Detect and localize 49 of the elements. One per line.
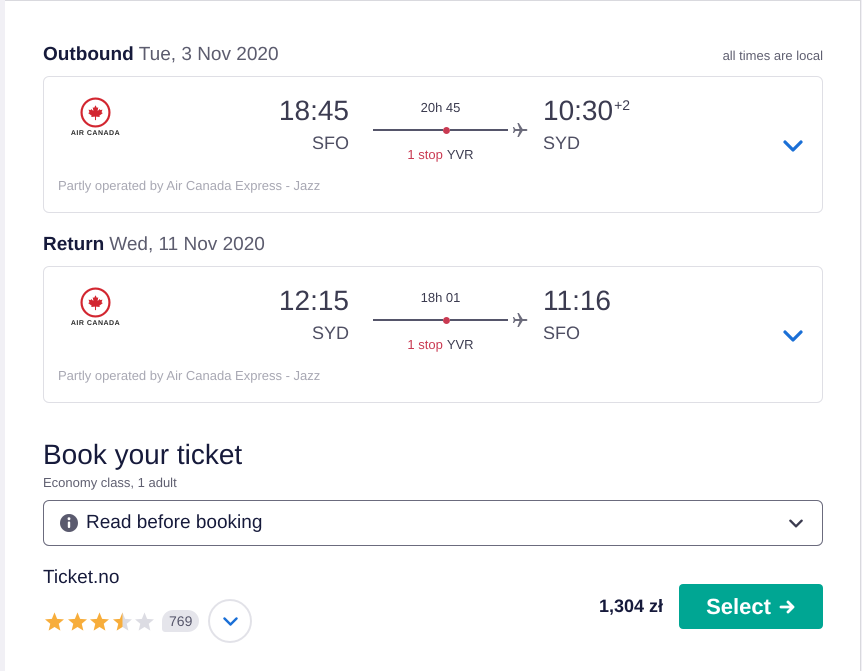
- arrival-airport: SYD: [543, 133, 582, 154]
- route-line: [373, 319, 443, 321]
- stop-count: 1 stop: [407, 147, 443, 162]
- star-icon: [90, 612, 109, 630]
- departure-airport: SYD: [310, 323, 349, 344]
- route-line: [373, 129, 443, 131]
- maple-leaf-logo-icon: [80, 287, 111, 318]
- leg-date: Tue, 3 Nov 2020: [138, 44, 279, 66]
- info-icon: [60, 514, 78, 532]
- booking-title: Book your ticket: [43, 439, 244, 471]
- provider-name: Ticket.no: [43, 567, 120, 589]
- arrow-right-icon: [778, 598, 796, 614]
- stop-airport: YVR: [446, 337, 474, 352]
- star-icon: [45, 612, 64, 630]
- booking-subtitle: Economy class, 1 adult: [43, 475, 178, 490]
- chevron-down-icon: [222, 616, 238, 626]
- route-line: [450, 129, 508, 131]
- departure-time: 12:15: [278, 285, 349, 317]
- review-count: 769: [162, 610, 200, 632]
- route-line: [450, 319, 508, 321]
- chevron-down-icon: [783, 140, 803, 152]
- stop-dot-icon: [442, 126, 450, 134]
- leg-date: Wed, 11 Nov 2020: [109, 234, 265, 256]
- read-before-booking-dropdown[interactable]: Read before booking: [43, 500, 823, 546]
- arrival-time: 10:30$^{+2}$: [543, 95, 632, 127]
- half-star-icon: [112, 612, 132, 630]
- airplane-icon: [512, 122, 528, 138]
- flight-duration: 18h 01: [420, 290, 462, 305]
- arrival-time: 11:16: [543, 285, 612, 317]
- stop-count: 1 stop: [407, 337, 443, 352]
- chevron-down-icon: [789, 518, 803, 528]
- stop-airport: YVR: [446, 147, 474, 162]
- price: 1,304 zł: [598, 596, 663, 617]
- star-icon: [68, 612, 86, 630]
- leg-label: Outbound: [43, 44, 134, 66]
- operator-note: Partly operated by Air Canada Express - Jazz: [58, 368, 322, 383]
- departure-time: 18:45: [278, 95, 349, 127]
- flight-duration: 20h 45: [420, 100, 462, 115]
- unfilled-star-icon: [135, 612, 154, 630]
- stop-dot-icon: [442, 316, 450, 324]
- arrival-airport: SFO: [543, 323, 582, 344]
- expand-reviews-button[interactable]: [208, 599, 252, 643]
- times-note: all times are local: [722, 47, 823, 65]
- departure-airport: SFO: [310, 133, 349, 154]
- leg-label: Return: [43, 234, 104, 256]
- chevron-down-icon: [783, 330, 803, 342]
- operator-note: Partly operated by Air Canada Express - Jazz: [58, 178, 322, 193]
- maple-leaf-logo-icon: [80, 97, 111, 128]
- airplane-icon: [512, 312, 528, 328]
